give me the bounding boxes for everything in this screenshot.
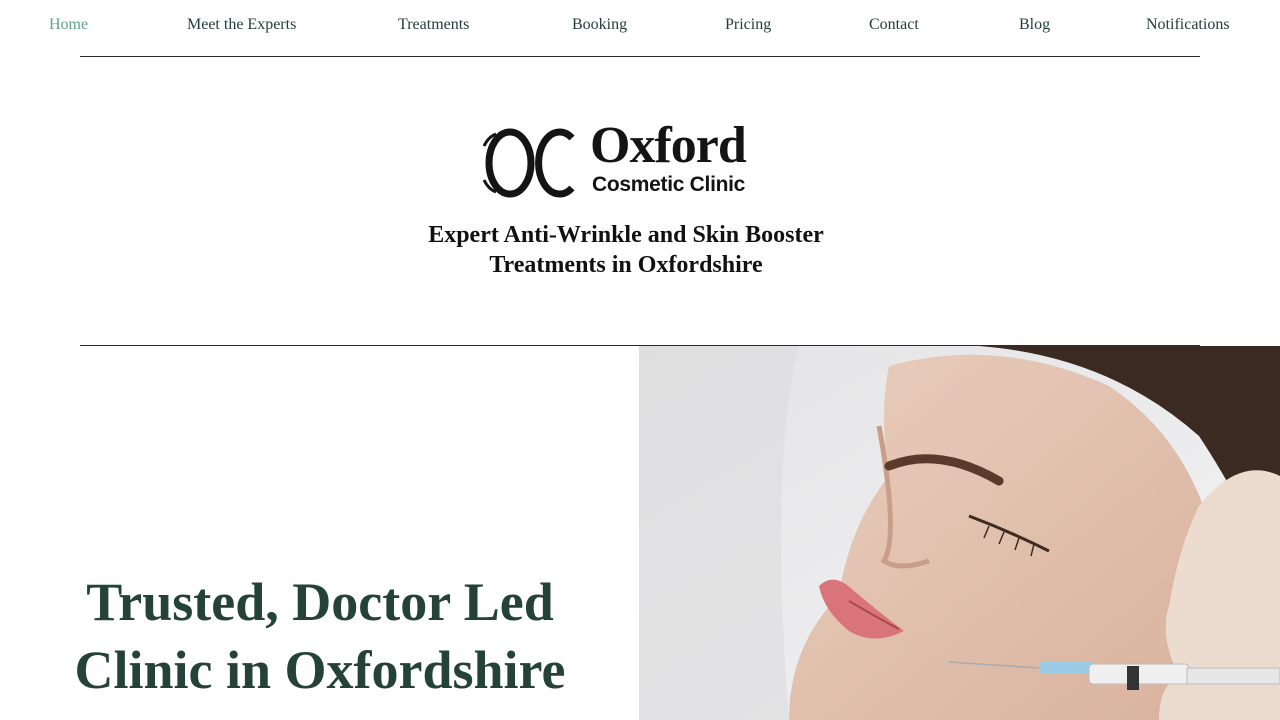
tagline: Expert Anti-Wrinkle and Skin Booster Tre…: [340, 220, 912, 280]
tagline-line-2: Treatments in Oxfordshire: [489, 252, 763, 278]
nav-item-home[interactable]: Home: [49, 16, 88, 34]
nav-item-notifications[interactable]: Notifications: [1146, 16, 1230, 34]
hero-heading-line-1: Trusted, Doctor Led: [86, 572, 554, 632]
nav-item-meet-the-experts[interactable]: Meet the Experts: [187, 16, 296, 34]
nav-item-booking[interactable]: Booking: [572, 16, 627, 34]
hero-heading: Trusted, Doctor Led Clinic in Oxfordshir…: [60, 568, 580, 704]
tagline-line-1: Expert Anti-Wrinkle and Skin Booster: [428, 222, 824, 248]
clinic-logo[interactable]: Oxford Cosmetic Clinic: [482, 120, 762, 202]
nav-item-pricing[interactable]: Pricing: [725, 16, 771, 34]
nav-item-blog[interactable]: Blog: [1019, 16, 1050, 34]
main-navigation: Home Meet the Experts Treatments Booking…: [0, 0, 1280, 52]
hero-heading-line-2: Clinic in Oxfordshire: [74, 640, 566, 700]
logo-name: Oxford: [590, 117, 747, 174]
hero-photo: [639, 346, 1280, 720]
woman-receiving-injection-photo: [639, 346, 1280, 720]
logo-subtitle: Cosmetic Clinic: [592, 173, 746, 196]
nav-item-contact[interactable]: Contact: [869, 16, 919, 34]
nav-item-treatments[interactable]: Treatments: [398, 16, 469, 34]
header-divider: [80, 56, 1200, 57]
interlocking-oc-monogram-icon: [482, 128, 575, 198]
